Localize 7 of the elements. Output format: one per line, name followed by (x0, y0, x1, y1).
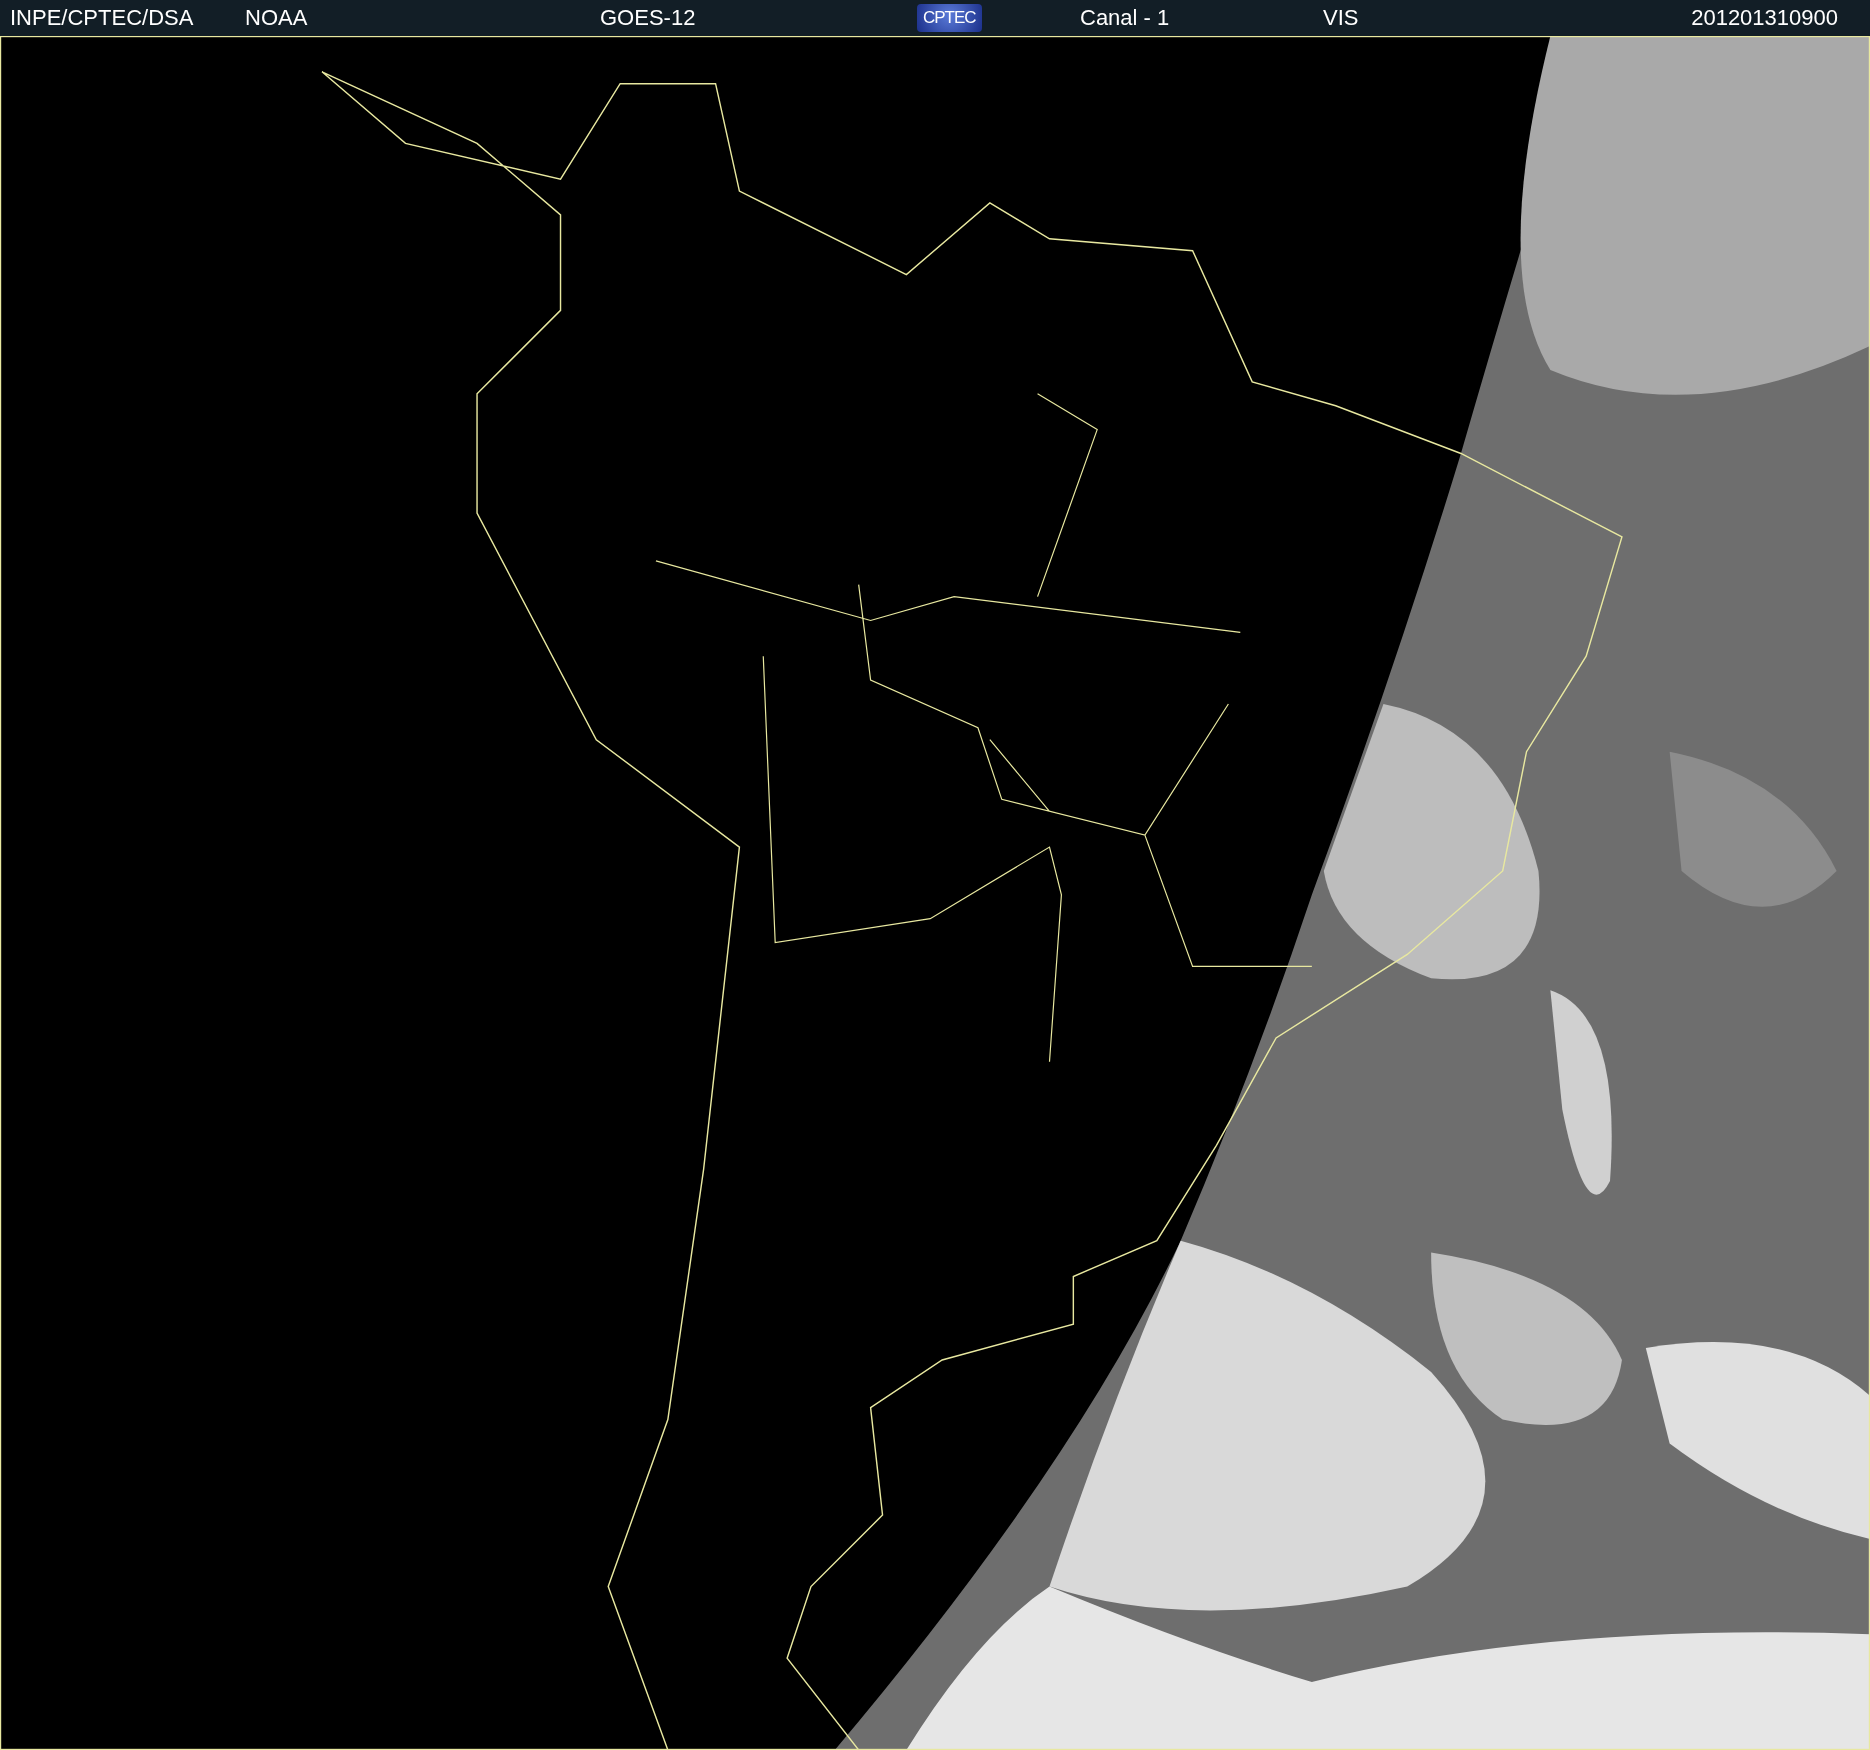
logo: CPTEC (917, 4, 982, 32)
header-label: GOES-12 (600, 5, 696, 30)
header-label: Canal - 1 (1080, 5, 1170, 30)
header-label: 201201310900 (1691, 5, 1838, 30)
header-label: NOAA (245, 5, 308, 30)
header-label: VIS (1323, 5, 1359, 30)
header-label: INPE/CPTEC/DSA (10, 5, 194, 30)
